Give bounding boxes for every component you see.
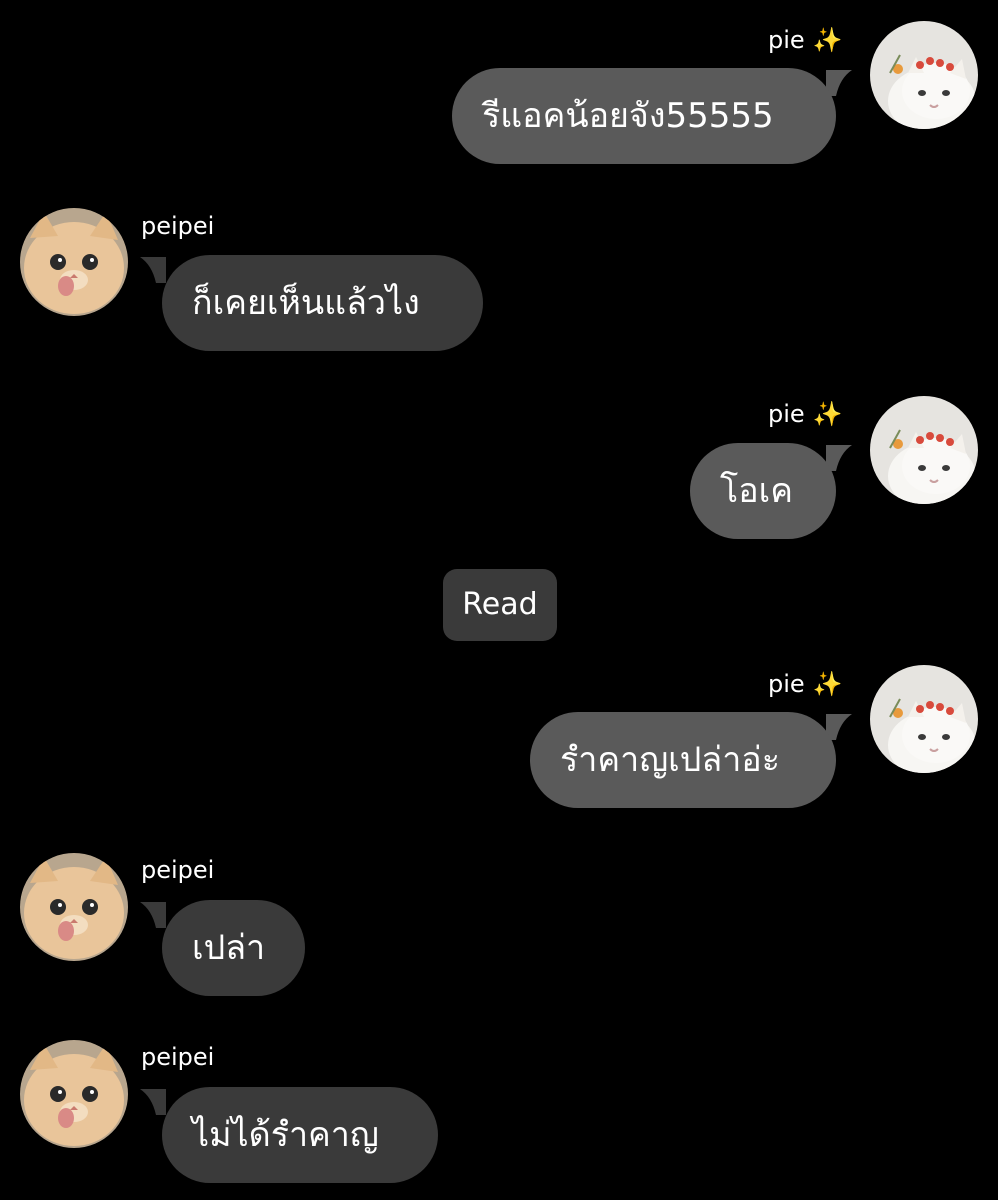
white-cat-avatar-icon (870, 396, 978, 504)
avatar-them[interactable] (20, 208, 128, 316)
sender-name: pie ✨ (768, 26, 843, 54)
white-cat-avatar-icon (870, 21, 978, 129)
orange-cat-avatar-icon (20, 853, 128, 961)
message-bubble[interactable]: รำคาญเปล่าอ่ะ (530, 712, 836, 808)
sparkle-icon: ✨ (812, 400, 843, 428)
sender-name: peipei (141, 856, 215, 884)
white-cat-avatar-icon (870, 665, 978, 773)
bubble-tail (140, 1089, 166, 1115)
sender-name: peipei (141, 1043, 215, 1071)
sender-name: pie ✨ (768, 400, 843, 428)
orange-cat-avatar-icon (20, 1040, 128, 1148)
avatar-them[interactable] (20, 853, 128, 961)
message-bubble[interactable]: ไม่ได้รำคาญ (162, 1087, 438, 1183)
avatar-me[interactable] (870, 396, 978, 504)
bubble-tail (140, 902, 166, 928)
avatar-me[interactable] (870, 665, 978, 773)
orange-cat-avatar-icon (20, 208, 128, 316)
sparkle-icon: ✨ (812, 670, 843, 698)
sparkle-icon: ✨ (812, 26, 843, 54)
bubble-tail (140, 257, 166, 283)
read-receipt: Read (443, 569, 557, 641)
avatar-them[interactable] (20, 1040, 128, 1148)
message-bubble[interactable]: เปล่า (162, 900, 305, 996)
sender-name: pie ✨ (768, 670, 843, 698)
avatar-me[interactable] (870, 21, 978, 129)
message-bubble[interactable]: รีแอคน้อยจัง55555 (452, 68, 836, 164)
sender-name: peipei (141, 212, 215, 240)
chat-thread: pie ✨ รีแอคน้อยจัง55555 peipei ก็เคยเห็น… (0, 0, 998, 1200)
message-bubble[interactable]: โอเค (690, 443, 836, 539)
message-bubble[interactable]: ก็เคยเห็นแล้วไง (162, 255, 483, 351)
